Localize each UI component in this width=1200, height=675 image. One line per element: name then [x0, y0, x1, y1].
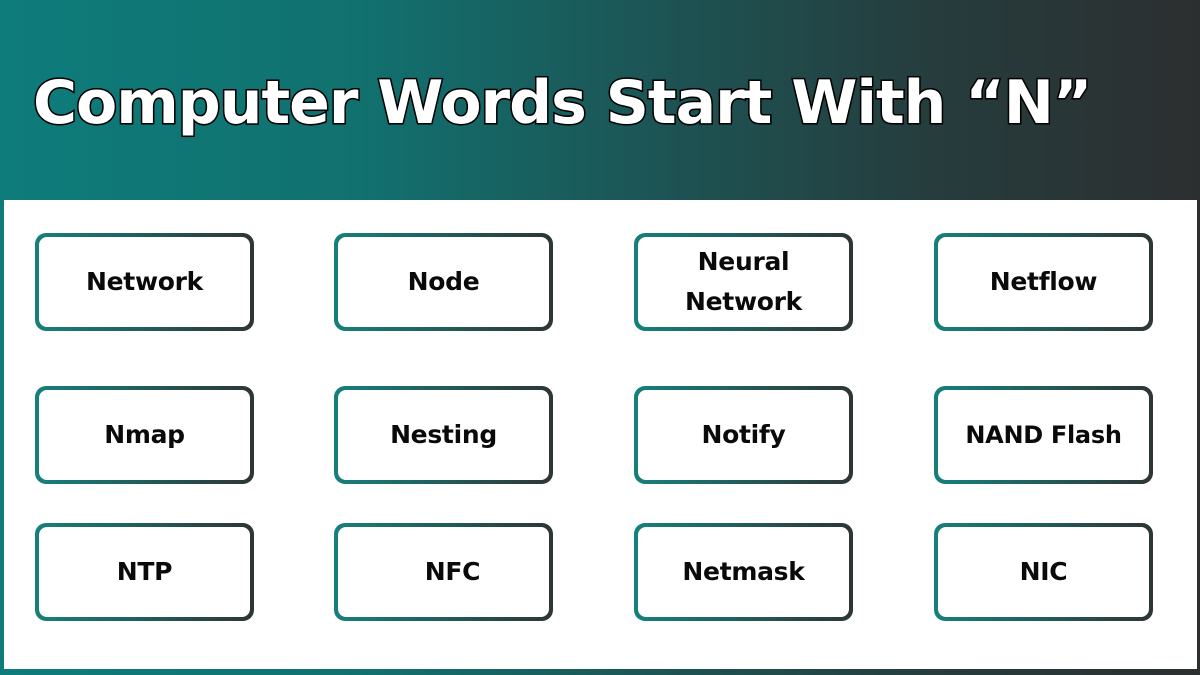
- word-card: Nesting: [334, 386, 553, 484]
- word-card: Notify: [634, 386, 853, 484]
- word-label: NIC: [1019, 557, 1068, 586]
- word-label: Netflow: [989, 267, 1098, 296]
- word-label: Nesting: [390, 420, 497, 449]
- word-label: NTP: [116, 557, 173, 586]
- word-label: Node: [407, 267, 480, 296]
- word-card: Nmap: [35, 386, 254, 484]
- word-card: Node: [334, 233, 553, 331]
- word-label: Netmask: [682, 557, 805, 586]
- word-label: Neural Network: [685, 247, 802, 316]
- word-card: NIC: [934, 523, 1153, 621]
- page-title: Computer Words Start With “N”: [31, 67, 1093, 140]
- word-label: NAND Flash: [965, 421, 1122, 449]
- word-card: NFC: [334, 523, 553, 621]
- word-label: Network: [86, 267, 203, 296]
- word-label: Nmap: [104, 420, 185, 449]
- word-label: NFC: [424, 557, 481, 586]
- word-label: Notify: [701, 420, 786, 449]
- word-card: Netflow: [934, 233, 1153, 331]
- word-card: Neural Network: [634, 233, 853, 331]
- word-card: NAND Flash: [934, 386, 1153, 484]
- word-card: Netmask: [634, 523, 853, 621]
- word-card: Network: [35, 233, 254, 331]
- word-card: NTP: [35, 523, 254, 621]
